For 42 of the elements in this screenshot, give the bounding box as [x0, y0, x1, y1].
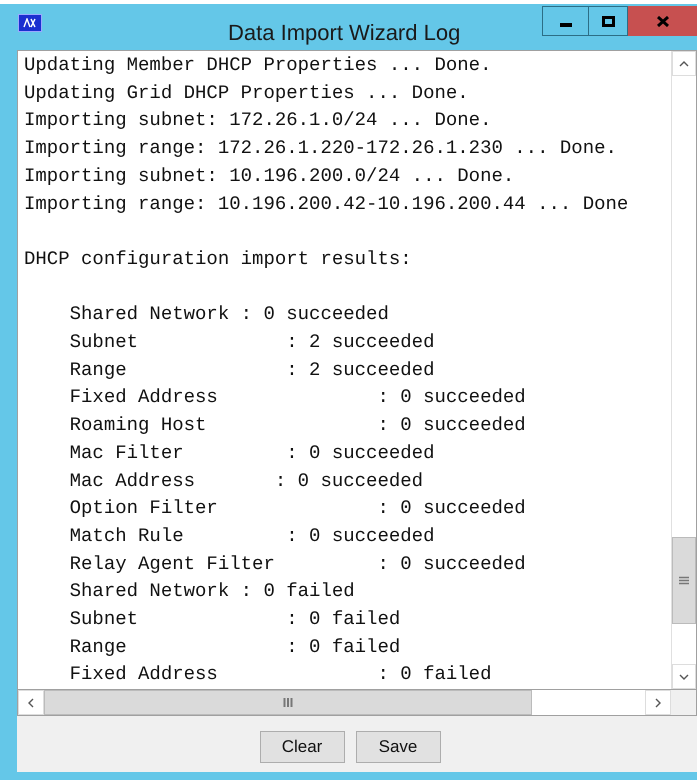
window-title: Data Import Wizard Log [228, 19, 460, 47]
log-line: Range : 0 failed [68, 634, 400, 660]
app-icon [18, 14, 42, 32]
log-line: Importing range: 10.196.200.42-10.196.200.44 ... Done [24, 192, 628, 217]
chevron-left-icon [28, 698, 34, 708]
close-icon [656, 14, 670, 28]
log-line: Shared Network : 0 failed [68, 579, 355, 604]
scroll-thumb[interactable] [672, 537, 696, 624]
grip-icon [283, 698, 293, 707]
log-line: Range : 2 succeeded [68, 358, 434, 383]
log-line: Importing subnet: 172.26.1.0/24 ... Done. [24, 108, 492, 134]
log-line: Mac Filter : 0 succeeded [68, 440, 434, 466]
save-button[interactable]: Save [356, 731, 440, 763]
scroll-thumb[interactable] [44, 690, 532, 715]
minimize-button[interactable] [542, 6, 588, 36]
grip-icon [679, 576, 689, 585]
log-line: Subnet : 2 succeeded [68, 330, 434, 355]
log-line: Importing subnet: 10.196.200.0/24 ... Done. [24, 164, 514, 189]
log-line: Match Rule : 0 succeeded [68, 524, 434, 549]
log-line: Fixed Address : 0 succeeded [68, 385, 526, 410]
log-line: Subnet : 0 failed [68, 607, 400, 632]
log-line: DHCP configuration import results: [24, 246, 412, 272]
log-line: Updating Member DHCP Properties ... Done. [24, 53, 492, 78]
log-line: Shared Network : 0 succeeded [68, 302, 389, 328]
horizontal-scrollbar[interactable] [18, 690, 671, 715]
log-line: Option Filter : 0 succeeded [68, 496, 526, 522]
chevron-down-icon [679, 674, 689, 680]
log-line: Importing range: 172.26.1.220-172.26.1.230 ... Done. [24, 136, 617, 162]
vertical-scrollbar[interactable] [671, 51, 696, 689]
scroll-down-button[interactable] [672, 664, 696, 689]
scroll-left-button[interactable] [18, 690, 44, 715]
clear-button[interactable]: Clear [260, 731, 344, 763]
scroll-up-button[interactable] [672, 51, 696, 76]
close-button[interactable] [628, 6, 697, 36]
scroll-right-button[interactable] [645, 690, 671, 715]
log-line: Mac Address : 0 succeeded [68, 468, 424, 494]
log-line: Relay Agent Filter : 0 succeeded [68, 552, 526, 577]
log-line: Fixed Address : 0 failed [68, 662, 492, 688]
chevron-right-icon [655, 698, 661, 708]
chevron-up-icon [679, 60, 689, 66]
log-line: Updating Grid DHCP Properties ... Done. [24, 80, 469, 106]
log-line: Roaming Host : 0 succeeded [68, 413, 526, 438]
